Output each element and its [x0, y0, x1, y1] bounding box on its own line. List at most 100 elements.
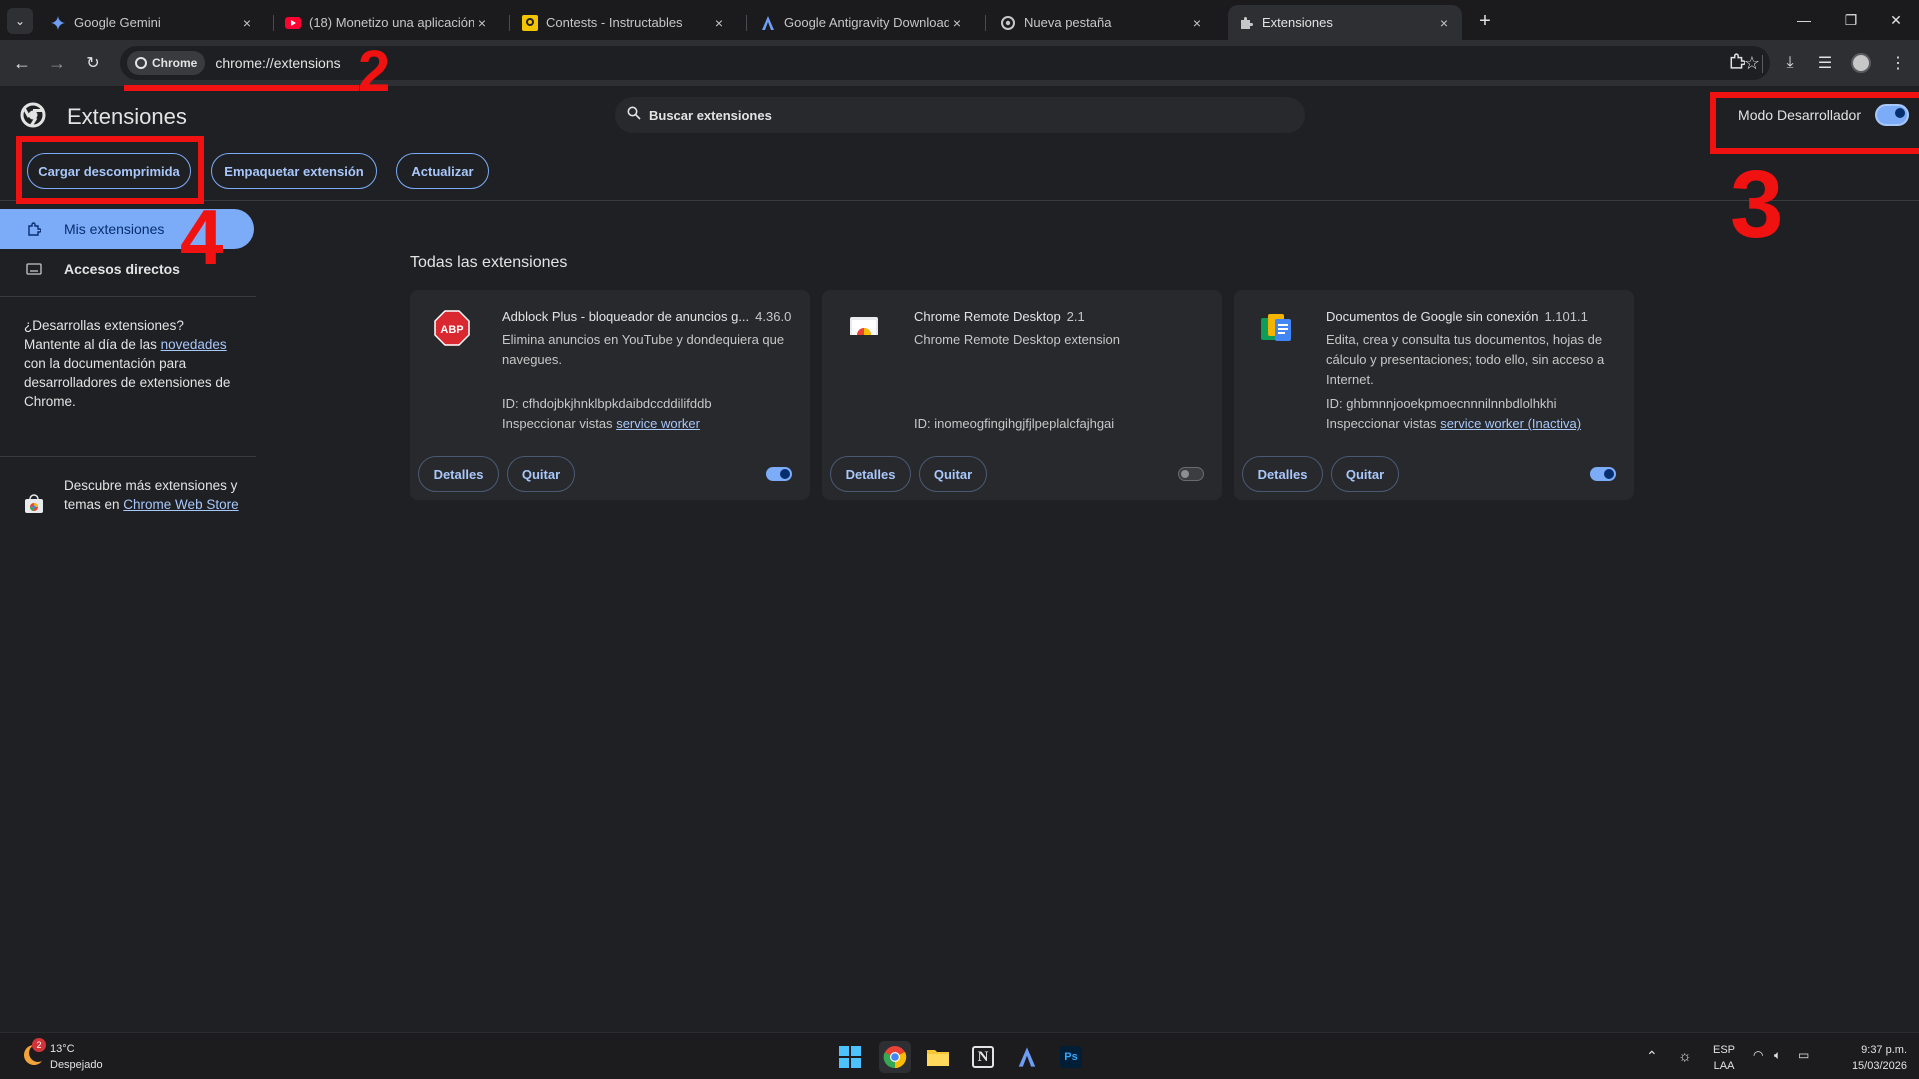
pack-extension-button[interactable]: Empaquetar extensión [211, 153, 377, 189]
kebab-menu-icon: ⋮ [1890, 55, 1906, 72]
start-button[interactable] [834, 1041, 866, 1073]
news-link[interactable]: novedades [161, 337, 227, 352]
extensions-menu-button[interactable] [1723, 49, 1751, 77]
header-divider [0, 200, 1919, 201]
windows-icon [839, 1046, 861, 1068]
toolbar-separator [1762, 55, 1763, 73]
tab-new-tab[interactable]: Nueva pestaña × [990, 5, 1215, 40]
clock[interactable]: 9:37 p.m. 15/03/2026 [1852, 1042, 1907, 1074]
tab-gemini[interactable]: Google Gemini × [40, 5, 265, 40]
extension-id: ID: cfhdojbkjhnklbpkdaibdccddilifddb [502, 396, 712, 411]
minimize-button[interactable]: — [1781, 6, 1827, 34]
section-title: Todas las extensiones [410, 254, 568, 271]
service-worker-link[interactable]: service worker [616, 416, 700, 431]
extension-card-google-docs-offline: Documentos de Google sin conexión 1.101.1… [1234, 290, 1634, 500]
reload-icon: ↻ [86, 55, 100, 72]
download-icon: ⤓ [1786, 54, 1794, 71]
chrome-logo-icon [20, 102, 46, 128]
reading-list-button[interactable]: ☰ [1811, 49, 1839, 77]
tab-separator [985, 15, 986, 31]
tab-antigravity[interactable]: Google Antigravity Download × [750, 5, 975, 40]
wifi-icon[interactable]: ◠ [1753, 1048, 1763, 1062]
site-chip[interactable]: Chrome [127, 51, 206, 75]
tab-instructables[interactable]: Contests - Instructables × [512, 5, 737, 40]
brightness-icon[interactable]: ☼ [1678, 1048, 1692, 1065]
chrome-icon [883, 1046, 907, 1069]
folder-icon [927, 1050, 949, 1066]
extension-version: 1.101.1 [1544, 309, 1588, 324]
details-button[interactable]: Detalles [830, 456, 911, 492]
tab-separator [746, 15, 747, 31]
restore-button[interactable]: ❐ [1828, 6, 1874, 34]
taskbar-file-explorer[interactable] [922, 1041, 954, 1073]
battery-icon[interactable]: ▭ [1798, 1048, 1809, 1062]
instructables-icon [522, 14, 538, 31]
chrome-icon [1000, 15, 1016, 31]
close-icon[interactable]: × [711, 15, 727, 31]
tab-youtube[interactable]: (18) Monetizo una aplicación de × [275, 5, 500, 40]
extension-name: Adblock Plus - bloqueador de anuncios g.… [502, 309, 750, 324]
close-icon[interactable]: × [1189, 15, 1205, 31]
remove-button[interactable]: Quitar [919, 456, 987, 492]
extension-enable-toggle[interactable] [1178, 467, 1204, 481]
details-button[interactable]: Detalles [418, 456, 499, 492]
menu-button[interactable]: ⋮ [1884, 49, 1912, 77]
puzzle-icon [1729, 52, 1746, 74]
annotation-box-3 [1710, 92, 1919, 154]
annotation-box-4 [16, 136, 204, 204]
annotation-number-2: 2 [358, 39, 391, 104]
back-button[interactable]: ← [8, 49, 36, 77]
extension-name: Chrome Remote Desktop [914, 309, 1061, 324]
tab-extensions[interactable]: Extensiones × [1228, 5, 1462, 40]
language-indicator[interactable]: ESP LAA [1713, 1042, 1735, 1074]
weather-icon[interactable]: 2 [20, 1038, 46, 1069]
service-worker-link[interactable]: service worker (Inactiva) [1440, 416, 1581, 431]
windows-taskbar: 2 13°C Despejado N Ps ⌃ ☼ ESP LAA ◠ 🔈︎ ▭… [0, 1032, 1919, 1079]
volume-icon[interactable]: 🔈︎ [1774, 1048, 1781, 1063]
puzzle-icon [26, 221, 42, 237]
adblock-plus-icon: ABP [434, 310, 470, 346]
tab-separator [273, 15, 274, 31]
taskbar-antigravity[interactable] [1011, 1041, 1043, 1073]
browser-toolbar: ← → ↻ Chrome chrome://extensions ☆ ⤓ ☰ ⋮ [0, 40, 1919, 86]
extension-card-adblock: ABP Adblock Plus - bloqueador de anuncio… [410, 290, 810, 500]
close-icon[interactable]: × [474, 15, 490, 31]
taskbar-chrome[interactable] [879, 1041, 911, 1073]
extension-enable-toggle[interactable] [766, 467, 792, 481]
close-icon[interactable]: × [949, 15, 965, 31]
antigravity-icon [760, 15, 776, 31]
remove-button[interactable]: Quitar [1331, 456, 1399, 492]
search-extensions-input[interactable]: Buscar extensiones [615, 97, 1305, 133]
tab-search-button[interactable]: ⌄ [7, 8, 33, 34]
developer-info-text: ¿Desarrollas extensiones? Mantente al dí… [24, 318, 231, 409]
profile-avatar[interactable] [1851, 53, 1871, 73]
weather-widget[interactable]: 13°C Despejado [50, 1041, 103, 1073]
search-placeholder: Buscar extensiones [649, 107, 772, 123]
plus-icon: + [1479, 9, 1491, 32]
forward-button[interactable]: → [43, 49, 71, 77]
remove-button[interactable]: Quitar [507, 456, 575, 492]
new-tab-button[interactable]: + [1472, 8, 1498, 34]
extension-name: Documentos de Google sin conexión [1326, 309, 1539, 324]
annotation-number-3: 3 [1730, 151, 1784, 258]
web-store-link[interactable]: Chrome Web Store [123, 497, 238, 512]
url-text[interactable]: chrome://extensions [215, 55, 340, 71]
show-hidden-icons[interactable]: ⌃ [1646, 1048, 1658, 1065]
chevron-down-icon: ⌄ [14, 14, 26, 28]
svg-text:ABP: ABP [440, 324, 463, 336]
close-window-button[interactable]: ✕ [1873, 6, 1919, 34]
chrome-remote-desktop-icon [850, 317, 878, 344]
chrome-icon [135, 57, 147, 69]
taskbar-photoshop[interactable]: Ps [1055, 1041, 1087, 1073]
weather-desc: Despejado [50, 1059, 103, 1071]
close-icon[interactable]: × [1436, 15, 1452, 31]
antigravity-icon [1018, 1047, 1036, 1067]
extension-enable-toggle[interactable] [1590, 467, 1616, 481]
update-button[interactable]: Actualizar [396, 153, 489, 189]
taskbar-notion[interactable]: N [967, 1041, 999, 1073]
google-docs-offline-icon [1261, 314, 1291, 341]
reload-button[interactable]: ↻ [79, 49, 107, 77]
details-button[interactable]: Detalles [1242, 456, 1323, 492]
close-icon[interactable]: × [239, 15, 255, 31]
downloads-button[interactable]: ⤓ [1776, 49, 1804, 77]
